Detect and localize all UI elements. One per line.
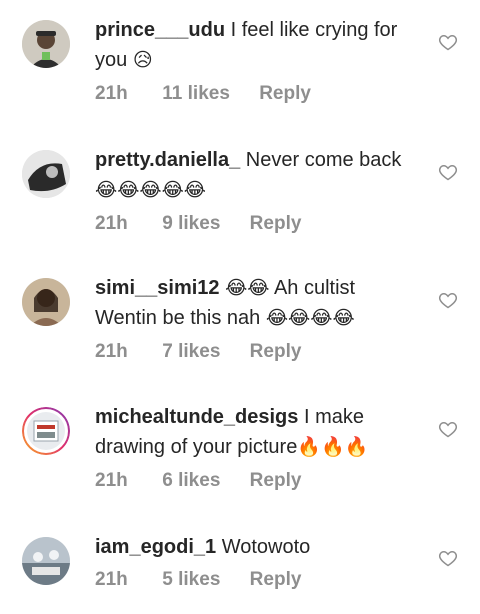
comment-username[interactable]: prince___udu xyxy=(95,19,225,41)
comment-likes[interactable]: 11 likes xyxy=(162,82,230,106)
comment-text: simi__simi12 😂😂 Ah cultist Wentin be thi… xyxy=(95,273,415,333)
comment-body: Wotowoto xyxy=(221,536,311,558)
comment-text: michealtunde_desigs I make drawing of yo… xyxy=(95,402,415,462)
comment-meta: 21h 7 likes Reply xyxy=(95,340,301,364)
comment-meta: 21h 5 likes Reply xyxy=(95,568,301,592)
reply-button[interactable]: Reply xyxy=(250,340,302,364)
comment-text: pretty.daniella_ Never come back 😂😂😂😂😂 xyxy=(95,145,415,205)
comment-username[interactable]: michealtunde_desigs xyxy=(95,406,298,428)
reply-button[interactable]: Reply xyxy=(250,469,302,493)
comment-meta: 21h 11 likes Reply xyxy=(95,82,311,106)
comment-text: prince___udu I feel like crying for you … xyxy=(95,15,415,75)
comment-time: 21h xyxy=(95,83,128,104)
avatar[interactable] xyxy=(22,278,70,326)
heart-icon[interactable] xyxy=(438,290,458,310)
comment-likes[interactable]: 6 likes xyxy=(162,469,220,493)
comment-username[interactable]: pretty.daniella_ xyxy=(95,149,240,171)
comment-username[interactable]: iam_egodi_1 xyxy=(95,536,216,558)
comment-likes[interactable]: 7 likes xyxy=(162,340,220,364)
comment-likes[interactable]: 5 likes xyxy=(162,568,220,592)
heart-icon[interactable] xyxy=(438,419,458,439)
emoji-text: 😂😂😂😂😂 xyxy=(95,179,207,201)
comment-body: Never come back xyxy=(245,149,402,171)
heart-icon[interactable] xyxy=(438,548,458,568)
emoji-text: 😥 xyxy=(132,49,153,71)
reply-button[interactable]: Reply xyxy=(259,82,311,106)
heart-icon[interactable] xyxy=(438,32,458,52)
comment-text: iam_egodi_1 Wotowoto xyxy=(95,532,415,562)
emoji-text: 😂😂 xyxy=(225,277,270,299)
comment-meta: 21h 6 likes Reply xyxy=(95,469,301,493)
heart-icon[interactable] xyxy=(438,162,458,182)
avatar[interactable] xyxy=(22,407,70,455)
avatar[interactable] xyxy=(22,150,70,198)
avatar[interactable] xyxy=(22,537,70,585)
comment-time: 21h xyxy=(95,341,128,362)
emoji-text: 🔥🔥🔥 xyxy=(297,436,369,458)
avatar[interactable] xyxy=(22,20,70,68)
comment-likes[interactable]: 9 likes xyxy=(162,212,220,236)
comment-time: 21h xyxy=(95,470,128,491)
emoji-text: 😂😂😂😂 xyxy=(265,307,355,329)
comment-time: 21h xyxy=(95,213,128,234)
comment-username[interactable]: simi__simi12 xyxy=(95,277,220,299)
reply-button[interactable]: Reply xyxy=(250,212,302,236)
comment-time: 21h xyxy=(95,569,128,590)
reply-button[interactable]: Reply xyxy=(250,568,302,592)
comment-meta: 21h 9 likes Reply xyxy=(95,212,301,236)
